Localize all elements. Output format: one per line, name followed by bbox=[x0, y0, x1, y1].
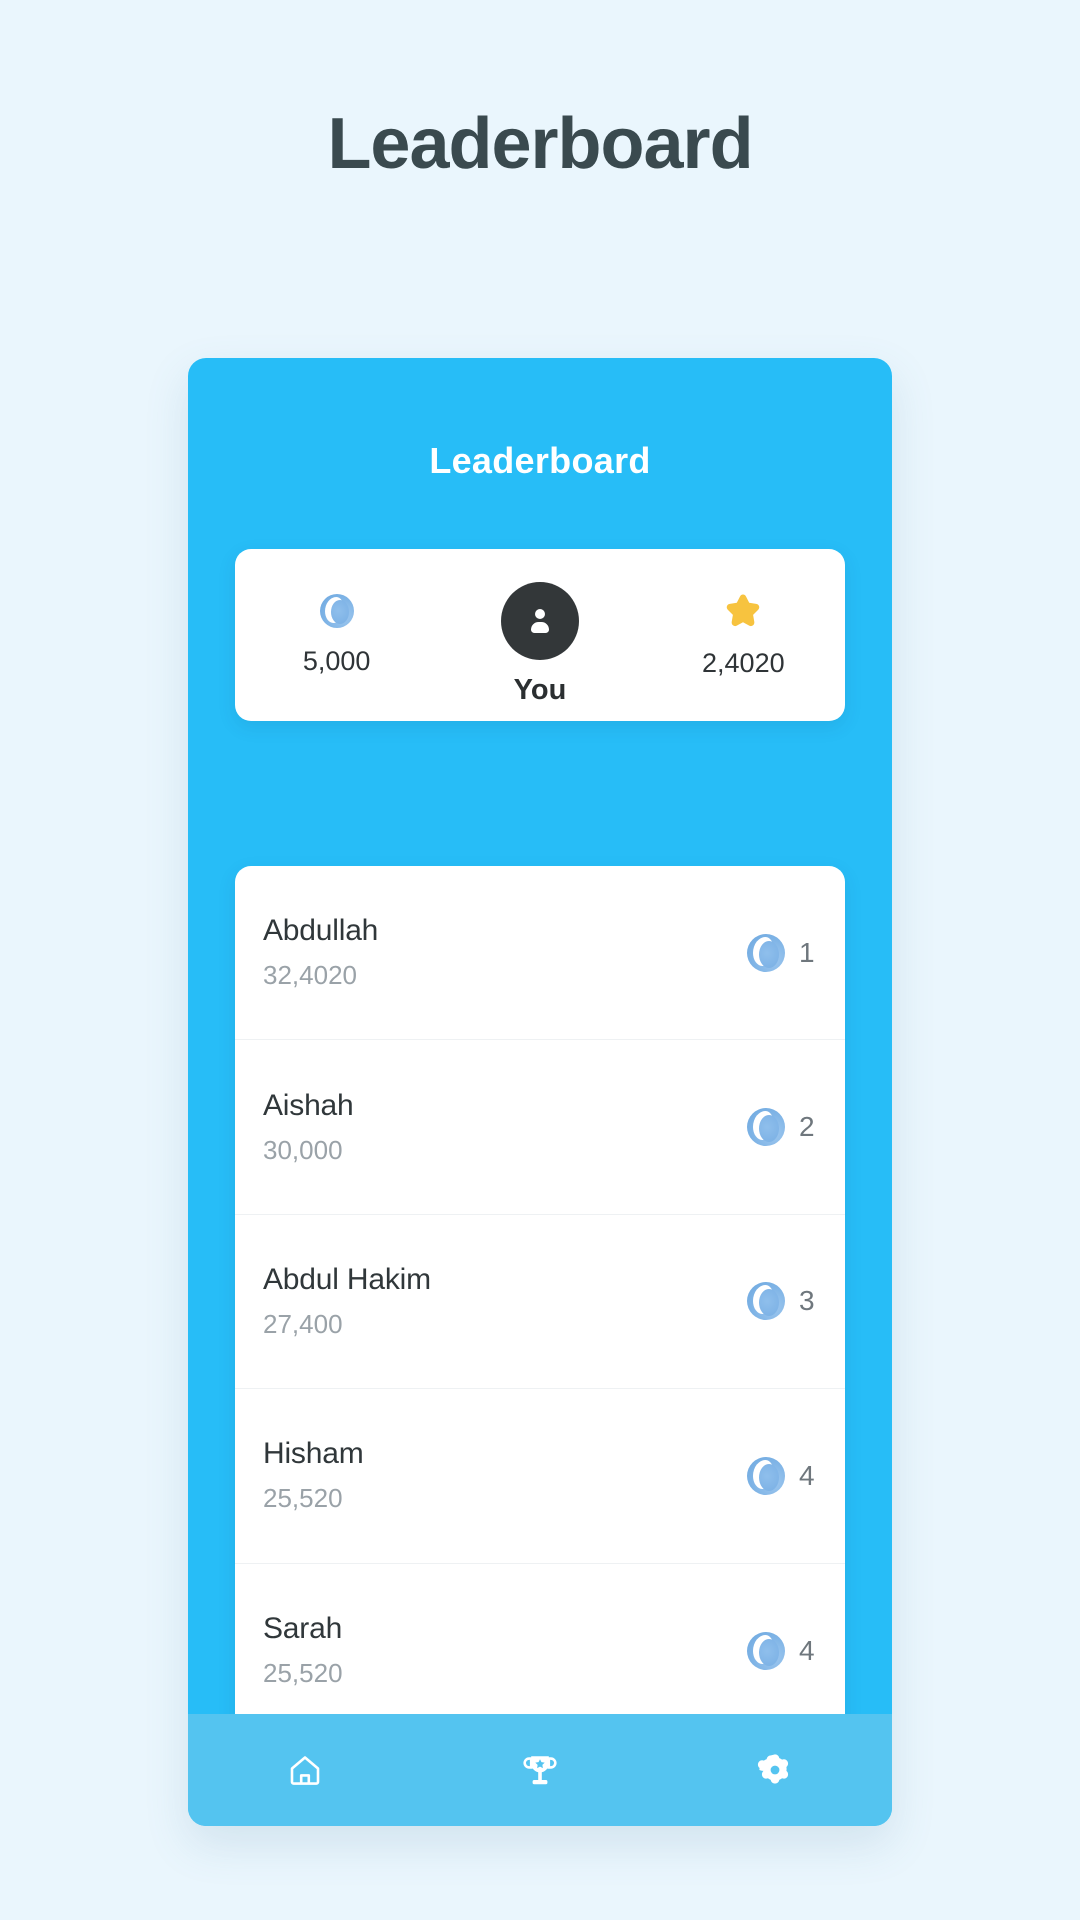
row-info: Aishah 30,000 bbox=[263, 1089, 747, 1166]
row-rank-group: 2 bbox=[747, 1108, 817, 1147]
row-name: Abdullah bbox=[263, 914, 379, 948]
sphere-icon bbox=[747, 933, 785, 972]
row-rank: 4 bbox=[799, 1634, 815, 1666]
sphere-icon bbox=[747, 1108, 785, 1147]
row-score: 32,4020 bbox=[263, 960, 357, 991]
table-row[interactable]: Sarah 25,520 4 bbox=[235, 1564, 845, 1738]
person-avatar-icon bbox=[500, 581, 579, 660]
stat-right[interactable]: 2,4020 bbox=[642, 592, 845, 679]
trophy-icon bbox=[518, 1748, 562, 1792]
app-header: Leaderboard bbox=[188, 358, 892, 482]
sphere-icon bbox=[747, 1456, 785, 1495]
table-row[interactable]: Aishah 30,000 2 bbox=[235, 1040, 845, 1215]
nav-item-leaderboard[interactable] bbox=[423, 1714, 658, 1826]
home-icon bbox=[284, 1749, 326, 1791]
row-rank-group: 1 bbox=[747, 933, 817, 972]
app-header-title: Leaderboard bbox=[429, 440, 651, 481]
nav-item-home[interactable] bbox=[188, 1714, 423, 1826]
row-rank: 4 bbox=[799, 1459, 815, 1491]
table-row[interactable]: Hisham 25,520 4 bbox=[235, 1389, 845, 1564]
row-name: Sarah bbox=[263, 1612, 343, 1646]
row-rank-group: 3 bbox=[747, 1282, 817, 1321]
row-info: Abdul Hakim 27,400 bbox=[263, 1263, 747, 1340]
row-rank: 2 bbox=[799, 1111, 815, 1143]
table-row[interactable]: Abdul Hakim 27,400 3 bbox=[235, 1215, 845, 1390]
row-score: 27,400 bbox=[263, 1308, 343, 1339]
nav-item-settings[interactable] bbox=[657, 1714, 892, 1826]
sphere-icon bbox=[747, 1282, 785, 1321]
row-name: Aishah bbox=[263, 1088, 354, 1122]
stat-right-value: 2,4020 bbox=[702, 647, 785, 678]
row-score: 25,520 bbox=[263, 1658, 343, 1689]
you-label: You bbox=[513, 673, 567, 706]
row-score: 30,000 bbox=[263, 1134, 343, 1165]
row-info: Hisham 25,520 bbox=[263, 1437, 747, 1514]
row-name: Abdul Hakim bbox=[263, 1262, 431, 1296]
star-icon bbox=[723, 592, 763, 630]
row-rank-group: 4 bbox=[747, 1631, 817, 1670]
stat-left[interactable]: 5,000 bbox=[235, 593, 438, 677]
row-info: Abdullah 32,4020 bbox=[263, 914, 747, 991]
page-title: Leaderboard bbox=[327, 104, 753, 184]
row-name: Hisham bbox=[263, 1437, 364, 1471]
sphere-icon bbox=[747, 1631, 785, 1670]
bottom-nav bbox=[188, 1703, 892, 1826]
row-rank-group: 4 bbox=[747, 1456, 817, 1495]
gear-icon bbox=[754, 1749, 796, 1791]
row-score: 25,520 bbox=[263, 1483, 343, 1514]
you-summary-card[interactable]: 5,000 You 2,4020 bbox=[235, 549, 845, 721]
row-info: Sarah 25,520 bbox=[263, 1612, 747, 1689]
sphere-icon bbox=[319, 593, 354, 628]
nav-active-indicator bbox=[466, 1703, 614, 1711]
table-row[interactable]: Abdullah 32,4020 1 bbox=[235, 866, 845, 1041]
phone-frame: Leaderboard 5,000 You 2,4020 Abdullah 32… bbox=[188, 358, 892, 1826]
stat-center[interactable]: You bbox=[438, 564, 641, 707]
stat-left-value: 5,000 bbox=[302, 645, 371, 676]
leaderboard-list: Abdullah 32,4020 1 Aishah 30,000 2 Abdul… bbox=[235, 866, 845, 1738]
row-rank: 3 bbox=[799, 1285, 815, 1317]
row-rank: 1 bbox=[799, 936, 815, 968]
